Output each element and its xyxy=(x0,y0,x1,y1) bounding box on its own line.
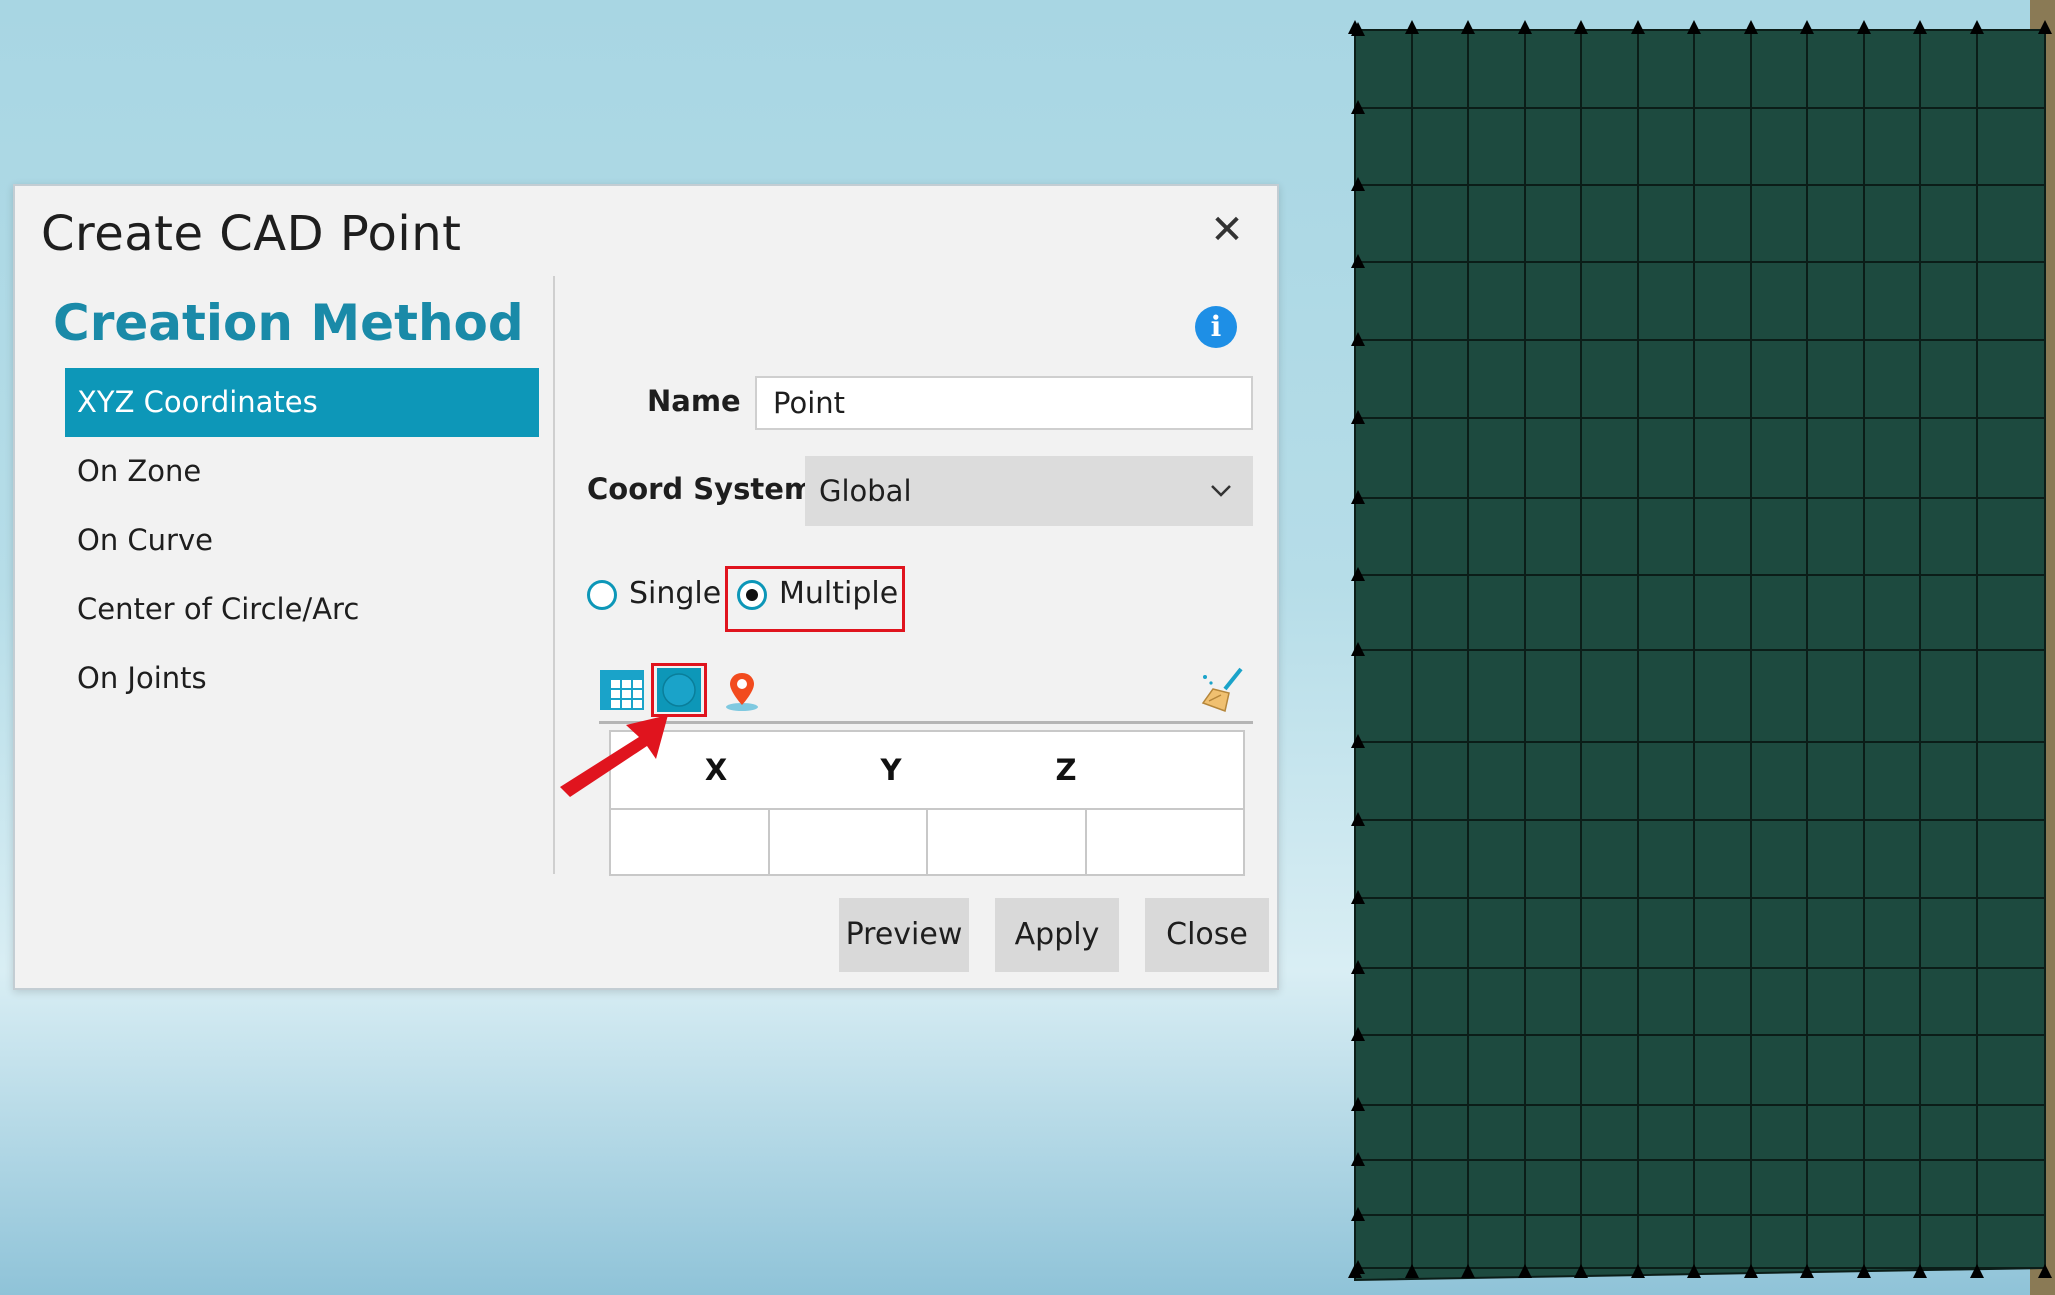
point-settings-panel: i Name Coord System Global Single Multip… xyxy=(555,186,1279,986)
apply-button[interactable]: Apply xyxy=(995,898,1119,972)
mesh-node-marker xyxy=(1518,20,1532,34)
viewport-mesh[interactable] xyxy=(1340,0,2055,1295)
points-toolbar xyxy=(599,661,1253,724)
cell-z[interactable] xyxy=(928,810,1087,876)
mesh-node-marker xyxy=(1405,20,1419,34)
method-item-on-joints[interactable]: On Joints xyxy=(65,644,539,713)
mesh-node-marker xyxy=(1687,20,1701,34)
coord-system-value: Global xyxy=(819,474,912,508)
mesh-node-marker xyxy=(1913,20,1927,34)
dialog-title: Create CAD Point xyxy=(41,206,462,262)
creation-method-list: XYZ Coordinates On Zone On Curve Center … xyxy=(65,368,539,713)
chevron-down-icon xyxy=(1211,485,1231,497)
multiple-highlight-box xyxy=(725,566,905,632)
annotation-arrow xyxy=(560,715,668,797)
radio-single-label: Single xyxy=(629,576,722,611)
method-item-on-zone[interactable]: On Zone xyxy=(65,437,539,506)
method-item-center-of-circle-arc[interactable]: Center of Circle/Arc xyxy=(65,575,539,644)
point-circle-icon[interactable] xyxy=(656,667,702,713)
close-button[interactable]: Close xyxy=(1145,898,1269,972)
mesh-node-marker xyxy=(1970,20,1984,34)
method-item-xyz-coordinates[interactable]: XYZ Coordinates xyxy=(65,368,539,437)
preview-button[interactable]: Preview xyxy=(839,898,969,972)
cell-y[interactable] xyxy=(770,810,928,876)
table-grid-icon[interactable] xyxy=(599,667,645,713)
mesh-node-marker xyxy=(1800,20,1814,34)
mesh-node-marker xyxy=(1857,20,1871,34)
coord-system-label: Coord System xyxy=(587,472,815,506)
mesh-node-marker xyxy=(1574,20,1588,34)
column-header-z: Z xyxy=(1055,753,1077,787)
coordinates-table: X Y Z xyxy=(609,730,1245,876)
column-header-y: Y xyxy=(880,753,902,787)
cell-extra[interactable] xyxy=(1087,810,1244,876)
coord-system-dropdown[interactable]: Global xyxy=(805,456,1253,526)
radio-single[interactable] xyxy=(587,580,617,610)
table-row xyxy=(611,808,1243,876)
creation-method-panel: Creation Method XYZ Coordinates On Zone … xyxy=(15,276,555,876)
info-icon[interactable]: i xyxy=(1195,306,1237,348)
name-label: Name xyxy=(647,384,741,418)
mesh-node-marker xyxy=(1631,20,1645,34)
creation-method-heading: Creation Method xyxy=(53,294,524,352)
broom-clear-icon[interactable] xyxy=(1199,667,1245,713)
cell-x[interactable] xyxy=(611,810,770,876)
mesh-node-marker xyxy=(1744,20,1758,34)
create-cad-point-dialog: Create CAD Point ✕ Creation Method XYZ C… xyxy=(13,184,1279,990)
column-header-x: X xyxy=(704,753,728,787)
method-item-on-curve[interactable]: On Curve xyxy=(65,506,539,575)
mesh-surface xyxy=(1354,29,2046,1282)
map-pin-icon[interactable] xyxy=(719,667,765,713)
mesh-node-marker xyxy=(1461,20,1475,34)
name-input[interactable] xyxy=(755,376,1253,430)
